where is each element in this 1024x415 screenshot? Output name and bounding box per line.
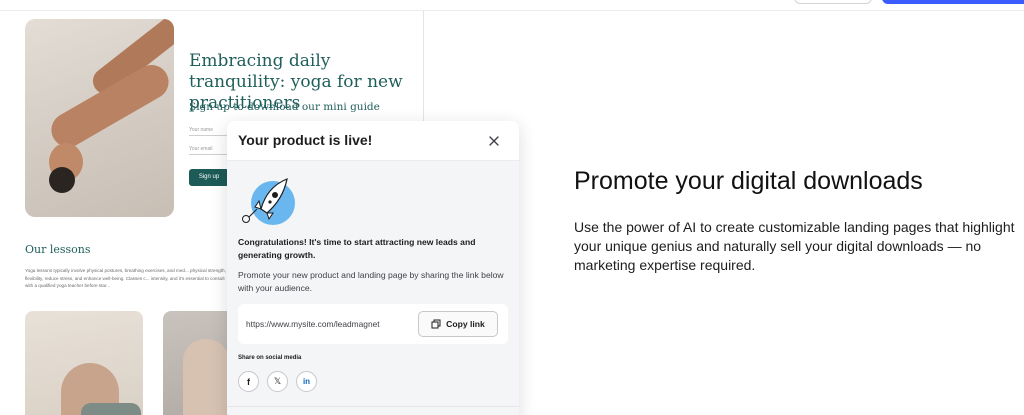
copy-icon [431, 319, 441, 329]
hero-subtitle: Sign up to download our mini guide [189, 101, 380, 113]
secondary-button[interactable] [794, 0, 872, 4]
signup-button[interactable]: Sign up [189, 169, 229, 186]
modal-divider [227, 406, 519, 407]
product-live-modal: Your product is live! Congratulations! I… [227, 121, 519, 415]
close-button[interactable] [485, 132, 502, 149]
promote-title: Promote your digital downloads [574, 167, 923, 195]
x-icon: 𝕏 [273, 376, 282, 386]
linkedin-button[interactable]: in [296, 371, 317, 392]
share-link-box: https://www.mysite.com/leadmagnet Copy l… [238, 304, 508, 344]
top-bar [0, 0, 1024, 11]
share-label: Share on social media [238, 355, 302, 361]
copy-link-label: Copy link [446, 319, 485, 329]
lesson-image [25, 311, 143, 415]
hero-image [25, 19, 174, 217]
congrats-text: Congratulations! It's time to start attr… [238, 237, 476, 260]
lessons-title: Our lessons [25, 243, 91, 256]
lessons-text: Yoga lessons typically involve physical … [25, 268, 226, 288]
modal-header: Your product is live! [227, 121, 519, 161]
close-icon [488, 135, 499, 146]
modal-title: Your product is live! [238, 132, 373, 148]
share-link-url[interactable]: https://www.mysite.com/leadmagnet [246, 319, 380, 329]
copy-link-button[interactable]: Copy link [418, 311, 498, 337]
promote-text: Promote your new product and landing pag… [238, 270, 504, 293]
x-button[interactable]: 𝕏 [267, 371, 288, 392]
primary-button[interactable] [882, 0, 1024, 4]
promote-description: Use the power of AI to create customizab… [574, 219, 1015, 273]
email-field-label: Your email [189, 146, 213, 152]
rocket-icon [242, 178, 295, 225]
linkedin-icon: in [302, 377, 311, 386]
facebook-button[interactable]: f [238, 371, 259, 392]
name-field-label: Your name [189, 127, 213, 133]
facebook-icon: f [247, 376, 250, 387]
